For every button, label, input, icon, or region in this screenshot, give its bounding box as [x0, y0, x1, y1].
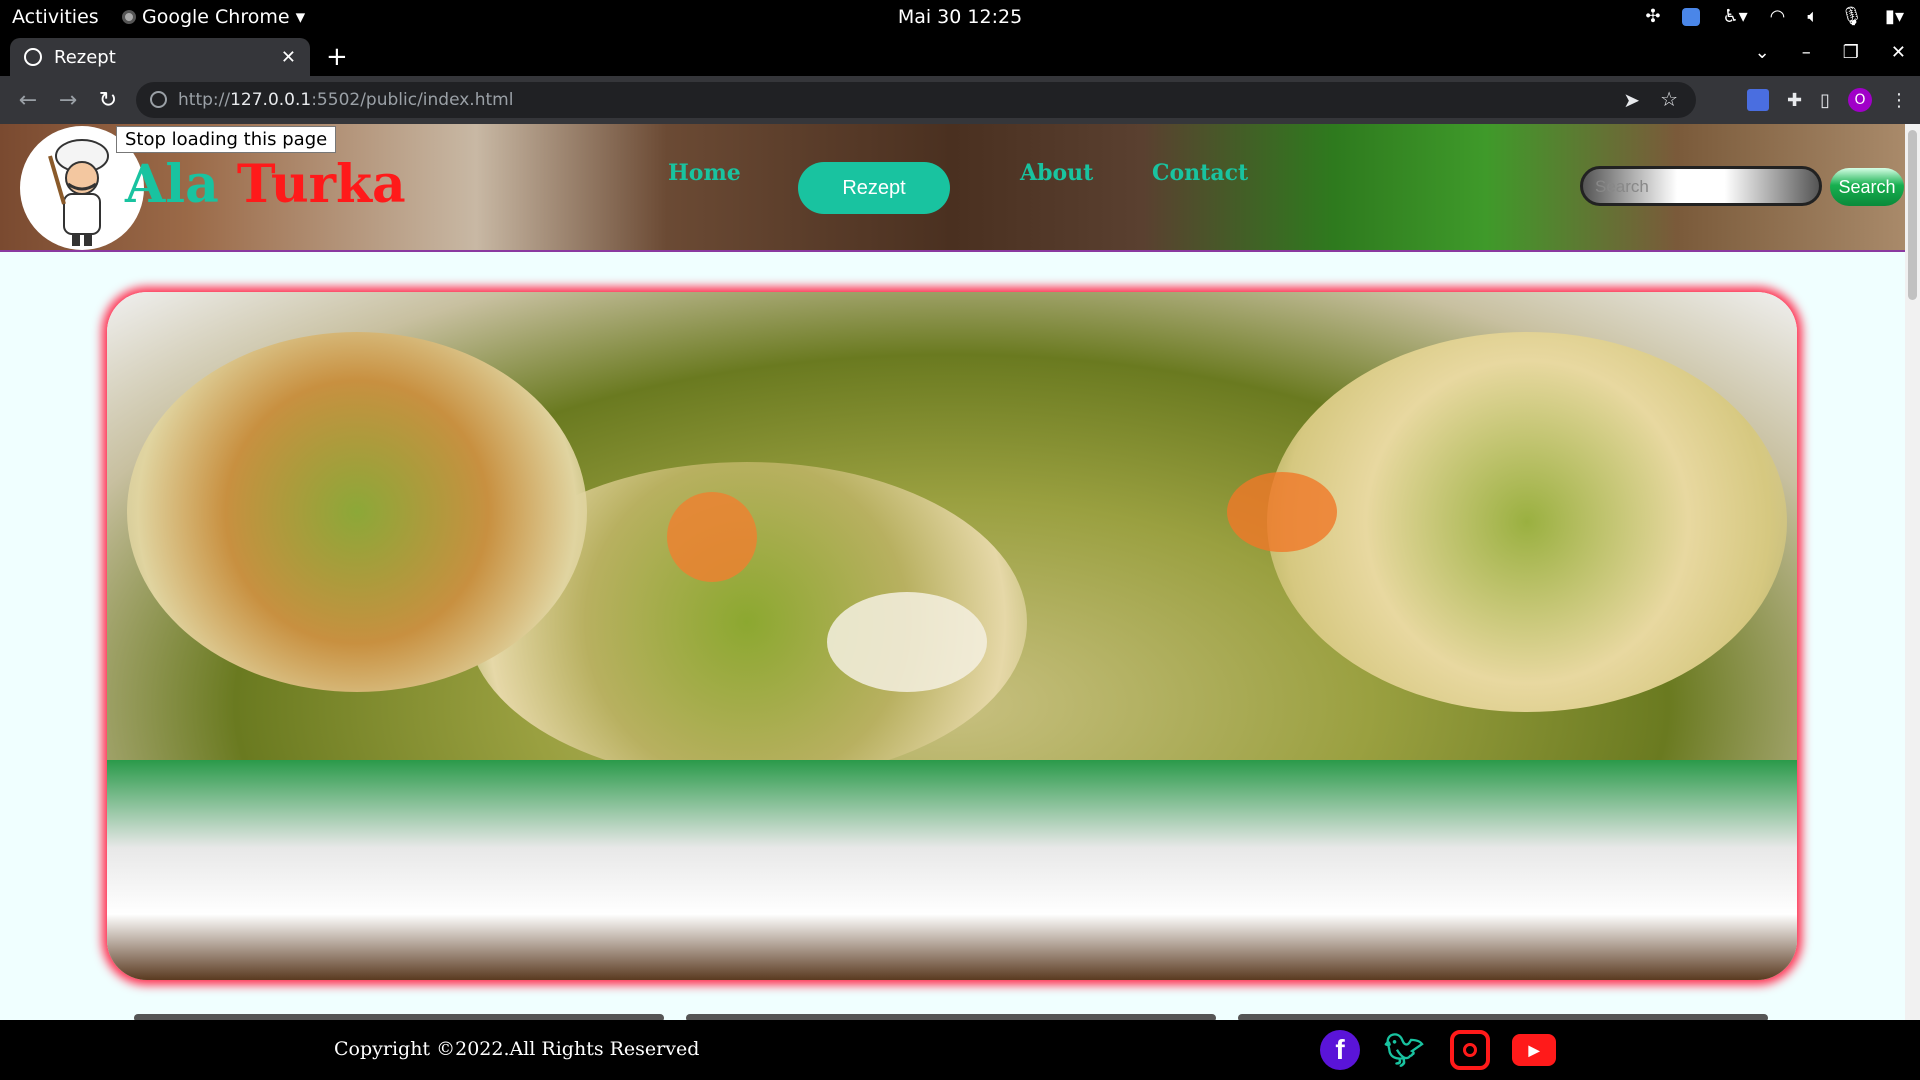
search-button[interactable]: Search [1830, 168, 1904, 206]
copyright-text: Copyright ©2022.All Rights Reserved [334, 1038, 700, 1060]
wifi-icon: ◠ [1769, 6, 1786, 27]
reload-tooltip: Stop loading this page [116, 126, 337, 153]
stop-reload-button[interactable]: ↻ [88, 88, 128, 113]
twitter-icon[interactable]: 🐦︎ [1384, 1030, 1425, 1070]
profile-avatar[interactable]: O [1848, 88, 1872, 112]
translate-icon[interactable] [1747, 89, 1769, 111]
site-info-icon[interactable] [150, 91, 167, 108]
facebook-icon[interactable]: f [1320, 1030, 1360, 1070]
close-window-button[interactable]: ✕ [1891, 42, 1906, 63]
nav-rezept[interactable]: Rezept [798, 162, 950, 214]
search-input[interactable]: Search [1580, 166, 1822, 206]
network-icon: ✣ [1645, 6, 1661, 27]
url-path: :5502/public/index.html [311, 90, 514, 110]
address-bar[interactable]: http://127.0.0.1:5502/public/index.html … [136, 82, 1696, 118]
nav-home[interactable]: Home [668, 160, 741, 186]
mic-icon: 🎙︎ [1840, 6, 1864, 27]
clock[interactable]: Mai 30 12:25 [0, 6, 1920, 28]
instagram-icon[interactable] [1450, 1030, 1490, 1070]
globe-icon [24, 48, 42, 66]
carrot-piece [1227, 472, 1337, 552]
dish-right [1267, 332, 1787, 712]
nav-contact[interactable]: Contact [1152, 160, 1248, 186]
carrot-piece [667, 492, 757, 582]
bookmark-star-icon[interactable]: ☆ [1660, 87, 1678, 111]
system-tray[interactable]: ✣ ♿︎▾ ◠ 🔈︎ 🎙︎ ▮▾ [1645, 6, 1904, 27]
potato-piece [827, 592, 987, 692]
youtube-icon[interactable]: ▶ [1512, 1034, 1556, 1066]
recipe-hero-image [107, 292, 1797, 980]
tab-title: Rezept [54, 46, 116, 68]
url-scheme: http:// [178, 90, 231, 110]
close-tab-icon[interactable]: ✕ [281, 47, 296, 68]
nav-about[interactable]: About [1020, 160, 1093, 186]
system-top-bar: Activities Google Chrome ▾ Mai 30 12:25 … [0, 0, 1920, 34]
dish-left [127, 332, 587, 692]
brand-part-1: Ala [125, 154, 219, 215]
tab-rezept[interactable]: Rezept ✕ [10, 38, 310, 76]
extensions-puzzle-icon[interactable]: ✚ [1787, 90, 1802, 111]
new-tab-button[interactable]: + [326, 42, 348, 72]
battery-icon: ▮▾ [1885, 6, 1904, 27]
scrollbar-thumb[interactable] [1908, 130, 1917, 300]
serving-plate [107, 760, 1797, 980]
send-icon[interactable]: ➤ [1623, 88, 1640, 112]
page-scrollbar[interactable] [1905, 124, 1920, 1020]
volume-icon: 🔈︎ [1807, 6, 1819, 27]
site-footer: Copyright ©2022.All Rights Reserved f 🐦︎… [0, 1020, 1905, 1080]
site-brand[interactable]: Ala Turka [125, 154, 406, 215]
site-header: Ala Turka Home Rezept About Contact Sear… [0, 124, 1905, 252]
zoom-icon [1682, 7, 1701, 26]
side-panel-icon[interactable]: ▯ [1820, 90, 1830, 111]
maximize-button[interactable]: ❐ [1843, 42, 1859, 63]
url-host: 127.0.0.1 [230, 90, 312, 110]
accessibility-icon: ♿︎▾ [1722, 6, 1748, 27]
forward-button[interactable]: → [48, 88, 88, 113]
back-button[interactable]: ← [8, 88, 48, 113]
extensions-area: ✚ ▯ O ⋮ [1747, 88, 1908, 112]
brand-part-2: Turka [236, 154, 406, 215]
menu-kebab-icon[interactable]: ⋮ [1890, 90, 1908, 111]
tab-strip: Rezept ✕ + ⌄ – ❐ ✕ [0, 34, 1920, 76]
page-viewport: Ala Turka Home Rezept About Contact Sear… [0, 124, 1905, 1020]
tab-search-icon[interactable]: ⌄ [1755, 42, 1770, 63]
window-controls: ⌄ – ❐ ✕ [1755, 42, 1906, 63]
browser-toolbar: ← → ↻ http://127.0.0.1:5502/public/index… [0, 76, 1920, 124]
minimize-button[interactable]: – [1802, 42, 1811, 63]
